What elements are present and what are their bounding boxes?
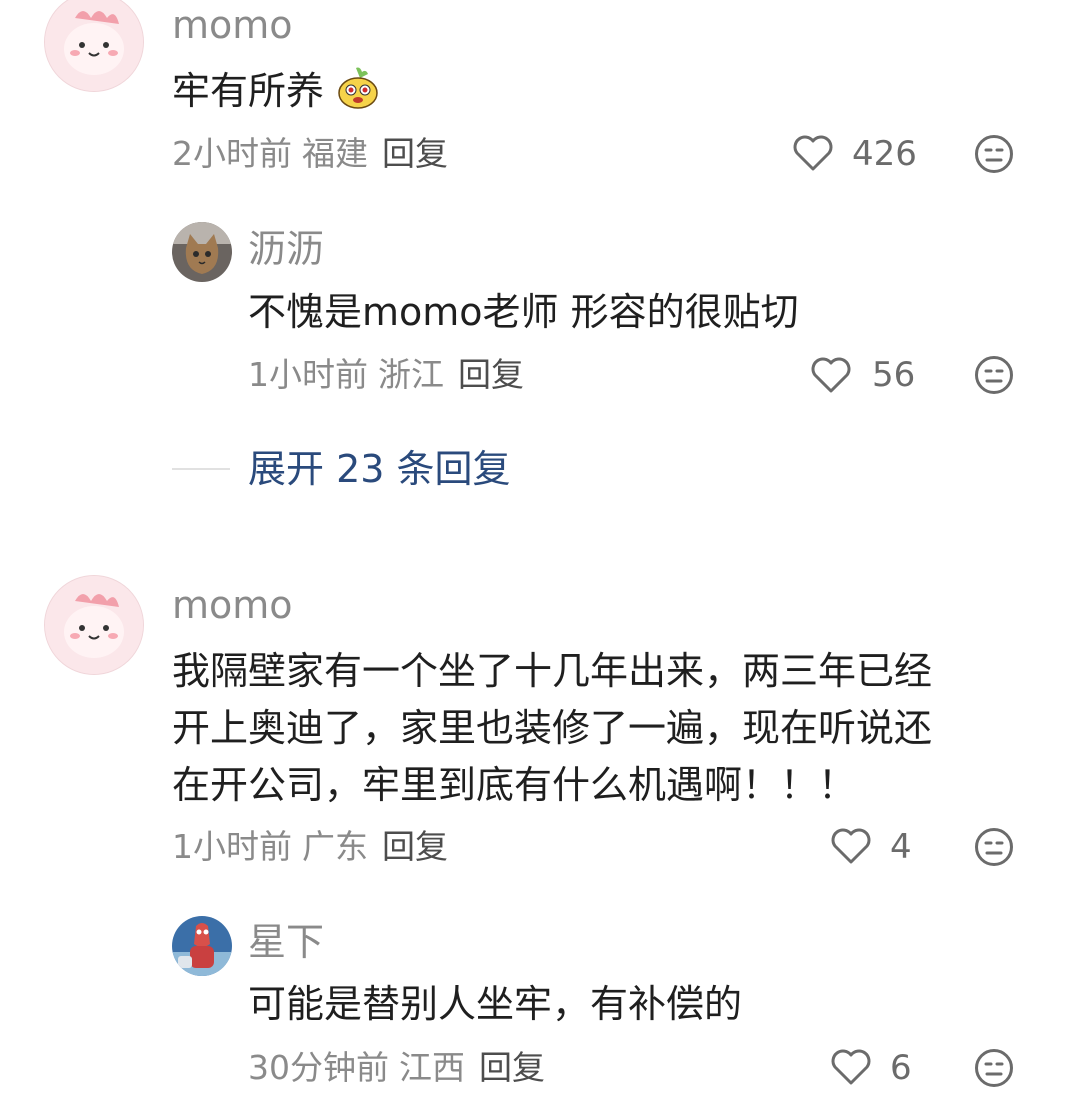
like-button[interactable] — [830, 1047, 872, 1087]
comment-location: 广东 — [302, 827, 368, 866]
avatar[interactable] — [172, 222, 232, 282]
comment-text-line: 开上奥迪了，家里也装修了一遍，现在听说还 — [172, 706, 933, 750]
reply-username[interactable]: 星下 — [248, 923, 324, 961]
reply-text: 不愧是momo老师 形容的很贴切 — [248, 290, 799, 334]
reply-button[interactable]: 回复 — [382, 827, 448, 866]
reply-button[interactable]: 回复 — [479, 1048, 545, 1087]
heart-icon — [831, 828, 871, 864]
comment-time: 1小时前 — [172, 827, 292, 866]
like-count: 56 — [872, 355, 916, 395]
comment-time: 2小时前 — [172, 134, 292, 173]
reply-username[interactable]: 沥沥 — [248, 230, 324, 268]
like-button[interactable] — [792, 133, 834, 173]
reply-meta: 30分钟前 江西 回复 — [248, 1051, 545, 1084]
avatar[interactable] — [172, 916, 232, 976]
reply-button[interactable]: 回复 — [382, 134, 448, 173]
dislike-button[interactable] — [974, 355, 1014, 395]
dislike-button[interactable] — [974, 134, 1014, 174]
pink-blob-avatar-icon — [45, 0, 143, 91]
meh-face-icon — [975, 356, 1013, 394]
avatar[interactable] — [44, 0, 144, 92]
cartoon-fruit-face-sticker-icon — [336, 66, 380, 110]
reply-text: 可能是替别人坐牢，有补偿的 — [248, 982, 743, 1026]
comment-text-line: 在开公司，牢里到底有什么机遇啊！！！ — [172, 763, 857, 807]
reply-location: 江西 — [399, 1048, 465, 1087]
heart-icon — [831, 1049, 871, 1085]
pink-blob-avatar-icon — [45, 576, 143, 674]
comment-text-content: 牢有所养 — [172, 69, 325, 113]
heart-icon — [811, 357, 851, 393]
like-button[interactable] — [830, 826, 872, 866]
comment-text-line: 我隔壁家有一个坐了十几年出来，两三年已经 — [172, 649, 933, 693]
like-count: 6 — [890, 1048, 912, 1088]
reply-button[interactable]: 回复 — [458, 355, 524, 394]
comment-location: 福建 — [302, 134, 368, 173]
like-button[interactable] — [810, 355, 852, 395]
reply-time: 30分钟前 — [248, 1048, 389, 1087]
cartoon-character-avatar-icon — [172, 916, 232, 976]
cat-photo-avatar-icon — [172, 222, 232, 282]
expand-replies-button[interactable]: 展开 23 条回复 — [248, 450, 511, 488]
comment-username[interactable]: momo — [172, 6, 293, 44]
dislike-button[interactable] — [974, 1048, 1014, 1088]
reply-time: 1小时前 — [248, 355, 368, 394]
like-count: 426 — [852, 134, 917, 174]
meh-face-icon — [975, 135, 1013, 173]
heart-icon — [793, 135, 833, 171]
expand-divider — [172, 468, 230, 470]
comment-text: 牢有所养 — [172, 63, 380, 119]
dislike-button[interactable] — [974, 827, 1014, 867]
reply-meta: 1小时前 浙江 回复 — [248, 358, 524, 391]
reply-location: 浙江 — [378, 355, 444, 394]
comment-meta: 1小时前 广东 回复 — [172, 830, 448, 863]
avatar[interactable] — [44, 575, 144, 675]
comment-username[interactable]: momo — [172, 586, 293, 624]
meh-face-icon — [975, 828, 1013, 866]
like-count: 4 — [890, 827, 912, 867]
meh-face-icon — [975, 1049, 1013, 1087]
comment-meta: 2小时前 福建 回复 — [172, 137, 448, 170]
